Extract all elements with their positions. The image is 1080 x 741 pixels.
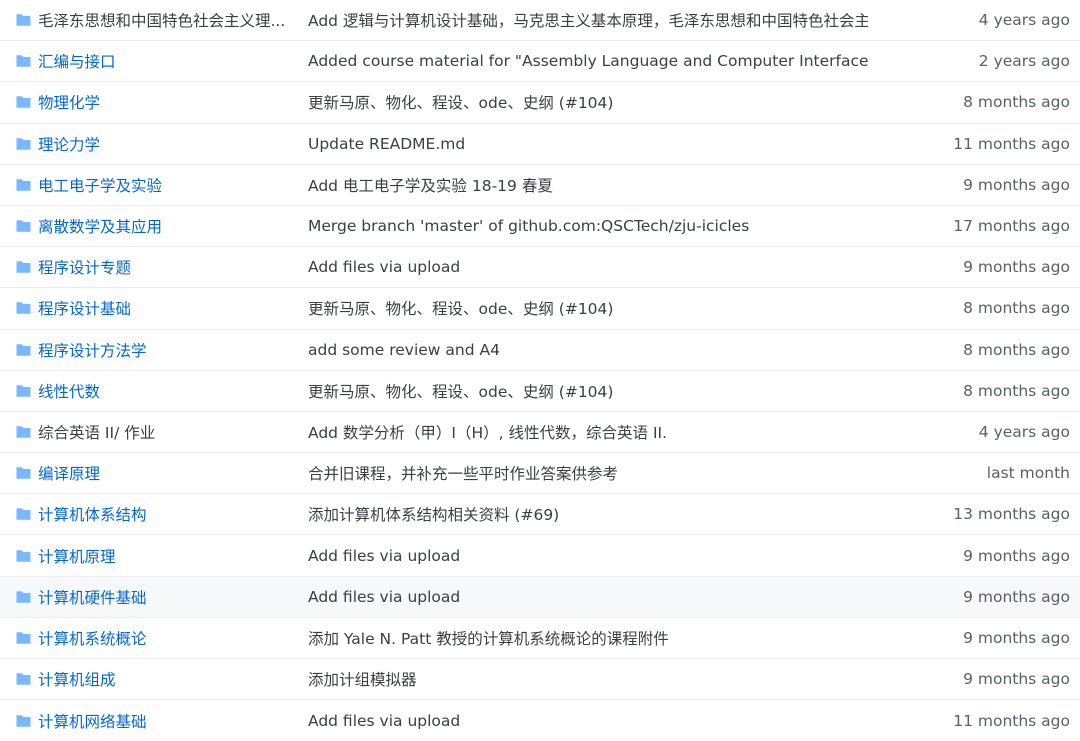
file-row[interactable]: 计算机原理 Add files via upload 9 months ago <box>0 535 1080 577</box>
folder-name-link[interactable]: 计算机原理 <box>38 545 288 567</box>
commit-message-link[interactable]: Add 电工电子学及实验 18-19 春夏 <box>308 174 868 196</box>
commit-message-link[interactable]: Update README.md <box>308 135 868 153</box>
folder-name-link[interactable]: 程序设计基础 <box>38 297 288 319</box>
folder-icon <box>15 425 32 439</box>
commit-message-link[interactable]: Add files via upload <box>308 547 868 565</box>
commit-age: 9 months ago <box>963 258 1070 277</box>
file-row[interactable]: 线性代数 更新马原、物化、程设、ode、史纲 (#104) 8 months a… <box>0 370 1080 412</box>
commit-age: 4 years ago <box>978 422 1070 441</box>
folder-name-link[interactable]: 计算机硬件基础 <box>38 586 288 608</box>
folder-icon <box>15 714 32 728</box>
folder-icon <box>15 301 32 315</box>
folder-name-link[interactable]: 物理化学 <box>38 91 288 113</box>
folder-name-link[interactable]: 离散数学及其应用 <box>38 215 288 237</box>
folder-icon <box>15 137 32 151</box>
commit-age: 8 months ago <box>963 340 1070 359</box>
file-row[interactable]: 计算机体系结构 添加计算机体系结构相关资料 (#69) 13 months ag… <box>0 494 1080 536</box>
commit-message-link[interactable]: Add 数学分析（甲）I（H）, 线性代数，综合英语 II. <box>308 421 868 443</box>
folder-name-link[interactable]: 程序设计专题 <box>38 256 288 278</box>
folder-name-link[interactable]: 编译原理 <box>38 462 288 484</box>
file-row[interactable]: 程序设计基础 更新马原、物化、程设、ode、史纲 (#104) 8 months… <box>0 288 1080 330</box>
commit-age: 11 months ago <box>953 134 1070 153</box>
commit-message-link[interactable]: 更新马原、物化、程设、ode、史纲 (#104) <box>308 297 868 319</box>
commit-message-link[interactable]: 更新马原、物化、程设、ode、史纲 (#104) <box>308 91 868 113</box>
commit-age: 9 months ago <box>963 546 1070 565</box>
commit-message-link[interactable]: 添加计组模拟器 <box>308 668 868 690</box>
folder-icon <box>15 219 32 233</box>
file-row[interactable]: 计算机网络基础 Add files via upload 11 months a… <box>0 700 1080 741</box>
commit-age: last month <box>986 464 1070 483</box>
folder-icon <box>15 590 32 604</box>
commit-message-link[interactable]: Add 逻辑与计算机设计基础，马克思主义基本原理，毛泽东思想和中国特色社会主 <box>308 9 868 31</box>
commit-age: 8 months ago <box>963 299 1070 318</box>
commit-message-link[interactable]: Added course material for "Assembly Lang… <box>308 52 868 70</box>
folder-icon <box>15 549 32 563</box>
commit-message-link[interactable]: Add files via upload <box>308 258 868 276</box>
commit-age: 2 years ago <box>978 52 1070 71</box>
file-row[interactable]: 程序设计专题 Add files via upload 9 months ago <box>0 247 1080 289</box>
folder-name-link[interactable]: 汇编与接口 <box>38 50 288 72</box>
file-row[interactable]: 毛泽东思想和中国特色社会主义理... Add 逻辑与计算机设计基础，马克思主义基… <box>0 0 1080 42</box>
commit-message-link[interactable]: 更新马原、物化、程设、ode、史纲 (#104) <box>308 380 868 402</box>
folder-name-link[interactable]: 毛泽东思想和中国特色社会主义理... <box>38 9 288 31</box>
commit-message-link[interactable]: add some review and A4 <box>308 341 868 359</box>
file-row[interactable]: 汇编与接口 Added course material for "Assembl… <box>0 41 1080 83</box>
commit-age: 9 months ago <box>963 628 1070 647</box>
commit-message-link[interactable]: Add files via upload <box>308 588 868 606</box>
commit-age: 9 months ago <box>963 175 1070 194</box>
folder-name-link[interactable]: 计算机组成 <box>38 668 288 690</box>
file-row[interactable]: 程序设计方法学 add some review and A4 8 months … <box>0 329 1080 371</box>
folder-icon <box>15 466 32 480</box>
folder-name-link[interactable]: 综合英语 II/ 作业 <box>38 421 288 443</box>
commit-message-link[interactable]: Add files via upload <box>308 712 868 730</box>
file-row[interactable]: 计算机系统概论 添加 Yale N. Patt 教授的计算机系统概论的课程附件 … <box>0 617 1080 659</box>
commit-message-link[interactable]: 添加计算机体系结构相关资料 (#69) <box>308 503 868 525</box>
commit-age: 9 months ago <box>963 587 1070 606</box>
commit-age: 8 months ago <box>963 93 1070 112</box>
file-row[interactable]: 理论力学 Update README.md 11 months ago <box>0 123 1080 165</box>
folder-icon <box>15 95 32 109</box>
file-row[interactable]: 计算机硬件基础 Add files via upload 9 months ag… <box>0 576 1080 618</box>
folder-icon <box>15 384 32 398</box>
folder-icon <box>15 343 32 357</box>
commit-message-link[interactable]: Merge branch 'master' of github.com:QSCT… <box>308 217 868 235</box>
folder-name-link[interactable]: 电工电子学及实验 <box>38 174 288 196</box>
folder-icon <box>15 672 32 686</box>
commit-age: 9 months ago <box>963 670 1070 689</box>
commit-age: 13 months ago <box>953 505 1070 524</box>
folder-icon <box>15 178 32 192</box>
commit-age: 4 years ago <box>978 11 1070 30</box>
commit-message-link[interactable]: 添加 Yale N. Patt 教授的计算机系统概论的课程附件 <box>308 627 868 649</box>
file-row[interactable]: 计算机组成 添加计组模拟器 9 months ago <box>0 659 1080 701</box>
file-list: 毛泽东思想和中国特色社会主义理... Add 逻辑与计算机设计基础，马克思主义基… <box>0 0 1080 741</box>
commit-message-link[interactable]: 合并旧课程，并补充一些平时作业答案供参考 <box>308 462 868 484</box>
folder-name-link[interactable]: 计算机网络基础 <box>38 710 288 732</box>
file-row[interactable]: 综合英语 II/ 作业 Add 数学分析（甲）I（H）, 线性代数，综合英语 I… <box>0 411 1080 454</box>
file-row[interactable]: 离散数学及其应用 Merge branch 'master' of github… <box>0 205 1080 248</box>
folder-name-link[interactable]: 计算机体系结构 <box>38 503 288 525</box>
file-row[interactable]: 物理化学 更新马原、物化、程设、ode、史纲 (#104) 8 months a… <box>0 82 1080 124</box>
folder-icon <box>15 631 32 645</box>
folder-name-link[interactable]: 计算机系统概论 <box>38 627 288 649</box>
file-row[interactable]: 电工电子学及实验 Add 电工电子学及实验 18-19 春夏 9 months … <box>0 164 1080 206</box>
folder-icon <box>15 13 32 27</box>
folder-icon <box>15 54 32 68</box>
commit-age: 17 months ago <box>953 217 1070 236</box>
folder-icon <box>15 260 32 274</box>
folder-icon <box>15 507 32 521</box>
folder-name-link[interactable]: 程序设计方法学 <box>38 339 288 361</box>
folder-name-link[interactable]: 理论力学 <box>38 133 288 155</box>
folder-name-link[interactable]: 线性代数 <box>38 380 288 402</box>
file-row[interactable]: 编译原理 合并旧课程，并补充一些平时作业答案供参考 last month <box>0 453 1080 495</box>
commit-age: 8 months ago <box>963 381 1070 400</box>
commit-age: 11 months ago <box>953 711 1070 730</box>
